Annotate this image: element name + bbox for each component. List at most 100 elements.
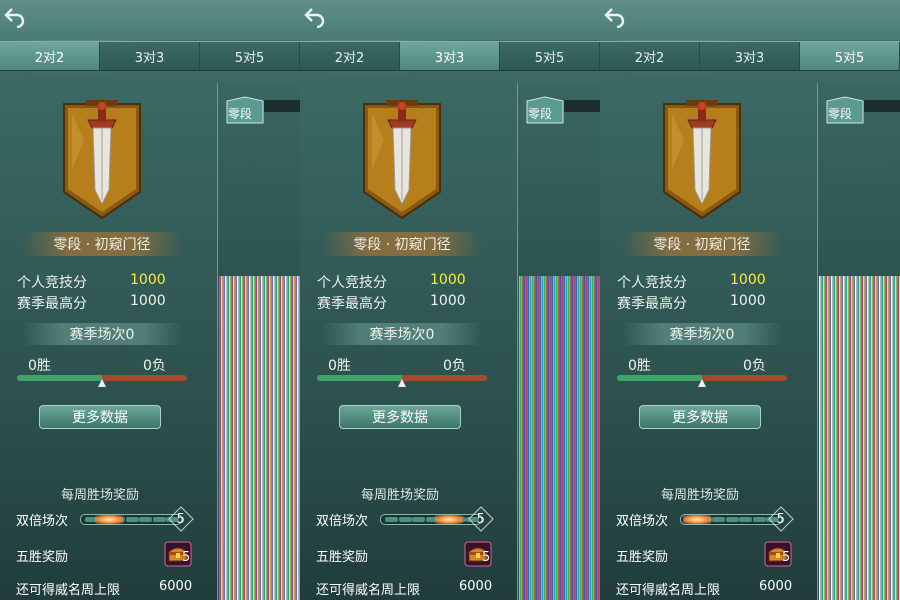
top-bar: [600, 0, 900, 40]
win-loss-marker: [98, 379, 106, 387]
double-matches-count: 5: [768, 506, 794, 532]
sword-banner-icon: [63, 100, 141, 220]
arena-panel: 2对2 3对3 5对5 零段 · 初窥门径 个人竞技分 1000 赛季最高分 1000 赛季场次…: [600, 0, 900, 600]
season-high-value: 1000: [130, 293, 166, 309]
rank-emblem: [62, 100, 142, 220]
arena-panel: 2对2 3对3 5对5 零段 · 初窥门径 个人竞技分 1000 赛季最高分 1000 赛季场次…: [0, 0, 300, 600]
glitched-rank-list: [519, 276, 600, 600]
app-root: 2对2 3对3 5对5 零段 · 初窥门径 个人竞技分 1000 赛季最高分 1000 赛季场次…: [0, 0, 900, 600]
top-bar: [0, 0, 300, 40]
more-data-button[interactable]: 更多数据: [639, 405, 761, 429]
season-high-label: 赛季最高分: [617, 296, 687, 312]
tab-mode-1[interactable]: 2对2: [300, 42, 400, 70]
chest-count: 5: [782, 550, 791, 565]
double-bar-segment: [385, 517, 398, 522]
five-win-reward-label: 五胜奖励: [316, 550, 369, 565]
double-matches-count: 5: [168, 506, 194, 532]
rank-list-content: [519, 276, 600, 600]
season-matches: 赛季场次0: [622, 323, 782, 345]
tab-mode-1[interactable]: 2对2: [600, 42, 700, 70]
double-bar-segment: [152, 517, 166, 522]
back-button[interactable]: [2, 4, 28, 30]
rank-list-content: [819, 276, 900, 600]
rank-badge-label: 零段: [228, 107, 253, 121]
rank-list-header-strip: [264, 100, 300, 112]
back-button[interactable]: [602, 4, 628, 30]
rank-list-header-strip: [864, 100, 900, 112]
five-win-reward-label: 五胜奖励: [616, 550, 669, 565]
back-arrow-icon: [304, 8, 325, 28]
wins-count: 0胜: [328, 358, 351, 374]
losses-count: 0负: [143, 358, 166, 374]
tab-mode-2[interactable]: 3对3: [100, 42, 200, 70]
rank-title: 零段 · 初窥门径: [322, 232, 482, 256]
sword-banner-icon: [363, 100, 441, 220]
season-matches: 赛季场次0: [22, 323, 182, 345]
rank-emblem: [362, 100, 442, 220]
tab-mode-2[interactable]: 3对3: [700, 42, 800, 70]
double-bar-segment: [739, 517, 752, 522]
double-count-text: 5: [476, 511, 486, 527]
fame-cap-value: 6000: [459, 579, 493, 594]
more-data-button[interactable]: 更多数据: [39, 405, 161, 429]
tab-mode-3[interactable]: 5对5: [200, 42, 300, 70]
double-matches-label: 双倍场次: [16, 514, 69, 529]
double-bar-segment: [139, 517, 152, 522]
season-high-value: 1000: [730, 293, 766, 309]
losses-count: 0负: [443, 358, 466, 374]
tab-mode-3[interactable]: 5对5: [500, 42, 600, 70]
double-matches-label: 双倍场次: [316, 514, 369, 529]
tab-mode-2[interactable]: 3对3: [400, 42, 500, 70]
rank-title: 零段 · 初窥门径: [622, 232, 782, 256]
season-high-value: 1000: [430, 293, 466, 309]
rank-emblem: [662, 100, 742, 220]
tab-mode-3[interactable]: 5对5: [800, 42, 900, 70]
mode-tabs: 2对2 3对3 5对5: [0, 41, 300, 71]
double-bar-segment: [412, 517, 425, 522]
five-win-reward-label: 五胜奖励: [16, 550, 69, 565]
double-bar-segment: [725, 517, 739, 522]
win-fill: [317, 375, 402, 381]
personal-score-value: 1000: [730, 272, 766, 288]
losses-count: 0负: [743, 358, 766, 374]
rank-info: 零段 · 初窥门径 个人竞技分 1000 赛季最高分 1000 赛季场次0 0胜 0负 更多数据…: [600, 70, 815, 600]
double-count-text: 5: [776, 511, 786, 527]
more-data-button[interactable]: 更多数据: [339, 405, 461, 429]
mode-tabs: 2对2 3对3 5对5: [600, 41, 900, 71]
rank-list-panel: 零段: [217, 83, 300, 600]
wins-count: 0胜: [28, 358, 51, 374]
tab-mode-1[interactable]: 2对2: [0, 42, 100, 70]
sword-banner-icon: [663, 100, 741, 220]
personal-score-value: 1000: [430, 272, 466, 288]
personal-score-label: 个人竞技分: [17, 275, 87, 291]
rank-list-header-strip: [564, 100, 600, 112]
fame-cap-label: 还可得威名周上限: [616, 583, 721, 598]
personal-score-label: 个人竞技分: [317, 275, 387, 291]
arena-panel: 2对2 3对3 5对5 零段 · 初窥门径 个人竞技分 1000 赛季最高分 1000 赛季场次…: [300, 0, 600, 600]
win-loss-marker: [398, 379, 406, 387]
weekly-reward-title: 每周胜场奖励: [60, 488, 139, 503]
rank-list-panel: 零段: [517, 83, 600, 600]
double-bar-segment: [398, 517, 412, 522]
rank-badge-label: 零段: [528, 107, 553, 121]
rank-badge-label: 零段: [828, 107, 853, 121]
fame-cap-value: 6000: [759, 579, 793, 594]
fame-cap-label: 还可得威名周上限: [16, 583, 121, 598]
rank-list-panel: 零段: [817, 83, 900, 600]
double-bar-glow: [95, 515, 123, 524]
win-fill: [17, 375, 102, 381]
double-matches-bar: [680, 514, 782, 525]
season-high-label: 赛季最高分: [317, 296, 387, 312]
rank-info: 零段 · 初窥门径 个人竞技分 1000 赛季最高分 1000 赛季场次0 0胜 0负 更多数据…: [0, 70, 215, 600]
rank-title: 零段 · 初窥门径: [22, 232, 182, 256]
double-matches-count: 5: [468, 506, 494, 532]
double-bar-glow: [435, 515, 463, 524]
weekly-reward-title: 每周胜场奖励: [660, 488, 739, 503]
glitched-rank-list: [819, 276, 900, 600]
chest-count: 5: [182, 550, 191, 565]
win-loss-marker: [698, 379, 706, 387]
back-arrow-icon: [4, 8, 25, 28]
back-button[interactable]: [302, 4, 328, 30]
double-matches-label: 双倍场次: [616, 514, 669, 529]
wins-count: 0胜: [628, 358, 651, 374]
